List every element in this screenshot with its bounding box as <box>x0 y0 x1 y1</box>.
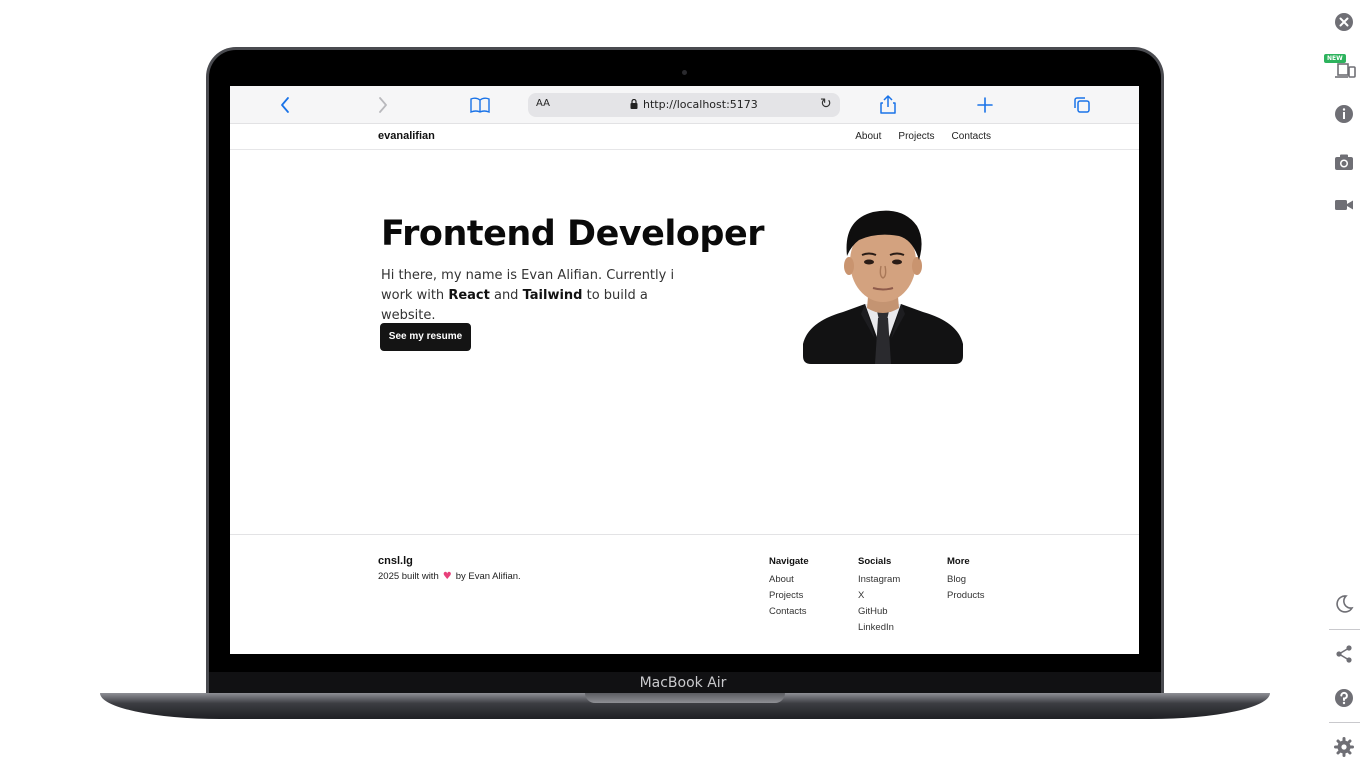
see-resume-button[interactable]: See my resume <box>380 323 471 351</box>
footer-column-navigate: Navigate About Projects Contacts <box>769 556 809 622</box>
browser-toolbar: AA http://localhost:5173 ↻ <box>230 86 1139 124</box>
footer-copyright: 2025 built with ♥ by Evan Alifian. <box>378 571 521 582</box>
footer-link-about[interactable]: About <box>769 574 809 585</box>
share-button[interactable] <box>876 94 900 116</box>
footer-link-github[interactable]: GitHub <box>858 606 900 617</box>
nav-link-contacts[interactable]: Contacts <box>952 131 991 142</box>
footer-link-instagram[interactable]: Instagram <box>858 574 900 585</box>
device-label: MacBook Air <box>639 675 727 691</box>
nav-link-about[interactable]: About <box>855 131 881 142</box>
tabs-button[interactable] <box>1070 94 1094 116</box>
device-screen: AA http://localhost:5173 ↻ evanalifian A… <box>230 86 1139 654</box>
footer-column-title: Socials <box>858 556 892 567</box>
book-icon <box>470 97 490 114</box>
footer-column-socials: Socials Instagram X GitHub LinkedIn <box>858 556 900 638</box>
footer-link-contacts[interactable]: Contacts <box>769 606 809 617</box>
heart-icon: ♥ <box>442 571 452 582</box>
new-tab-button[interactable] <box>973 94 997 116</box>
camera-icon[interactable] <box>1334 152 1354 172</box>
plus-icon <box>977 97 993 113</box>
lock-icon <box>630 99 638 109</box>
close-icon[interactable] <box>1334 12 1354 32</box>
footer-copy-prefix: 2025 built with <box>378 571 439 582</box>
url-text: http://localhost:5173 <box>643 98 758 111</box>
hero-title: Frontend Developer <box>381 214 764 254</box>
video-icon[interactable] <box>1334 195 1354 215</box>
panel-divider <box>1329 722 1360 723</box>
share-icon <box>880 95 896 114</box>
webcam <box>682 70 687 75</box>
chevron-left-icon <box>281 97 289 113</box>
footer-link-projects[interactable]: Projects <box>769 590 809 601</box>
panel-divider <box>1329 629 1360 630</box>
settings-icon[interactable] <box>1334 737 1354 757</box>
footer-link-products[interactable]: Products <box>947 590 985 601</box>
help-icon[interactable] <box>1334 688 1354 708</box>
chevron-right-icon <box>379 97 387 113</box>
site-navbar: evanalifian About Projects Contacts <box>230 124 1139 150</box>
info-icon[interactable] <box>1334 104 1354 124</box>
reload-icon[interactable]: ↻ <box>820 96 832 112</box>
share-icon[interactable] <box>1334 644 1354 664</box>
hero-intro-and: and <box>489 288 523 303</box>
footer-link-x[interactable]: X <box>858 590 900 601</box>
nav-link-projects[interactable]: Projects <box>898 131 934 142</box>
hero-intro: Hi there, my name is Evan Alifian. Curre… <box>381 266 681 326</box>
back-button[interactable] <box>274 94 298 116</box>
footer-link-linkedin[interactable]: LinkedIn <box>858 622 900 633</box>
footer-copy-suffix: by Evan Alifian. <box>455 571 521 582</box>
moon-icon[interactable] <box>1334 594 1354 614</box>
device-icon[interactable] <box>1334 58 1356 78</box>
address-bar[interactable]: AA http://localhost:5173 ↻ <box>528 93 840 117</box>
bookmarks-button[interactable] <box>468 94 492 116</box>
footer-brand[interactable]: cnsl.lg <box>378 555 413 567</box>
reader-button[interactable]: AA <box>536 98 550 109</box>
footer-column-title: More <box>947 556 970 567</box>
footer-column-more: More Blog Products <box>947 556 985 606</box>
site-nav-links: About Projects Contacts <box>855 131 991 142</box>
profile-photo <box>803 210 963 364</box>
hero-tech-tailwind: Tailwind <box>522 288 583 303</box>
laptop-notch <box>585 693 785 703</box>
hero-tech-react: React <box>448 288 490 303</box>
site-footer: cnsl.lg 2025 built with ♥ by Evan Alifia… <box>230 534 1139 654</box>
site-brand[interactable]: evanalifian <box>378 130 435 142</box>
tabs-icon <box>1074 97 1090 113</box>
forward-button[interactable] <box>370 94 394 116</box>
footer-column-title: Navigate <box>769 556 809 567</box>
footer-link-blog[interactable]: Blog <box>947 574 985 585</box>
